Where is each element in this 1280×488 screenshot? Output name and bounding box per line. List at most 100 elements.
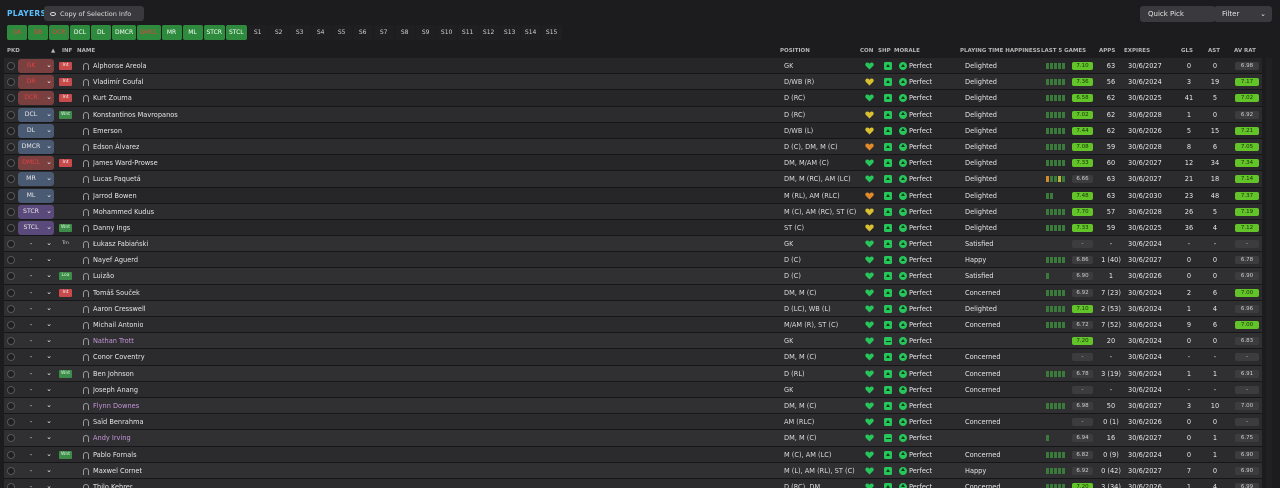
select-radio[interactable] (7, 288, 15, 297)
col-playing-time[interactable]: PLAYING TIME HAPPINESS (960, 48, 1040, 54)
position-select[interactable]: - ⌄ (18, 334, 56, 348)
position-select[interactable]: DL ⌄ (18, 123, 56, 138)
player-name[interactable]: Łukasz Fabiański (93, 236, 148, 252)
col-apps[interactable]: APPS (1099, 48, 1115, 54)
position-select[interactable]: - ⌄ (18, 237, 56, 251)
col-position[interactable]: POSITION (780, 48, 810, 54)
position-select[interactable]: DR ⌄ (18, 75, 56, 90)
select-radio[interactable] (7, 240, 15, 249)
table-row[interactable]: - ⌄ Conor Coventry DM, M (C) Perfect Concerne… (4, 349, 1262, 366)
position-tab-s8[interactable]: S8 (394, 25, 415, 40)
position-tab-dcr[interactable]: DCR (49, 25, 69, 40)
select-radio[interactable] (7, 256, 15, 265)
table-row[interactable]: - ⌄ Flynn Downes DM, M (C) Perfect 6.98 50 30/6… (4, 397, 1262, 415)
table-row[interactable]: DL ⌄ Emerson D/WB (L) Perfect Delighted 7.44 62… (4, 122, 1262, 139)
col-last5[interactable]: LAST 5 GAMES (1041, 48, 1086, 54)
position-select[interactable]: ML ⌄ (18, 188, 56, 203)
table-row[interactable]: - ⌄ Thilo Kehrer D (RC), DM Perfect Concerned… (4, 478, 1262, 488)
position-select[interactable]: - ⌄ (18, 350, 56, 364)
player-name[interactable]: Luizão (93, 268, 114, 284)
player-name[interactable]: James Ward-Prowse (93, 155, 158, 171)
position-select[interactable]: - ⌄ (18, 302, 56, 316)
table-row[interactable]: - ⌄ Aaron Cresswell D (LC), WB (L) Perfect De… (4, 300, 1262, 317)
select-radio[interactable] (7, 353, 15, 362)
player-name[interactable]: Alphonse Areola (93, 58, 147, 74)
position-select[interactable]: - ⌄ (18, 415, 56, 429)
select-radio[interactable] (7, 159, 15, 168)
col-con[interactable]: CON (860, 48, 873, 54)
table-row[interactable]: - ⌄ Wnt Pablo Fornals M (C), AM (LC) Perfect C… (4, 446, 1262, 463)
player-name[interactable]: Aaron Cresswell (93, 301, 146, 317)
position-select[interactable]: - ⌄ (18, 318, 56, 332)
table-row[interactable]: STCR ⌄ Mohammed Kudus M (C), AM (RC), ST (C… (4, 203, 1262, 220)
select-radio[interactable] (7, 482, 15, 488)
table-row[interactable]: - ⌄ Nayef Aguerd D (C) Perfect Happy 6.86 1 (40… (4, 252, 1262, 269)
player-name[interactable]: Andy Irving (93, 430, 131, 446)
position-select[interactable]: - ⌄ (18, 431, 56, 445)
position-select[interactable]: MR ⌄ (18, 172, 56, 187)
quick-pick-button[interactable]: Quick Pick (1140, 6, 1215, 22)
select-radio[interactable] (7, 207, 15, 216)
player-name[interactable]: Joseph Anang (93, 382, 138, 398)
position-tab-s4[interactable]: S4 (310, 25, 331, 40)
col-av-rat[interactable]: AV RAT (1234, 48, 1256, 54)
table-row[interactable]: - ⌄ Nathan Trott GK Perfect 7.20 20 30/6/2024 0 0… (4, 333, 1262, 350)
player-name[interactable]: Conor Coventry (93, 349, 145, 365)
position-select[interactable]: - ⌄ (18, 269, 56, 283)
position-select[interactable]: STCL ⌄ (18, 220, 56, 235)
select-radio[interactable] (7, 191, 15, 200)
table-row[interactable]: GK ⌄ Int Alphonse Areola GK Perfect Delighted 7… (4, 58, 1262, 75)
player-name[interactable]: Danny Ings (93, 220, 130, 236)
position-tab-mr[interactable]: MR (161, 25, 182, 40)
table-row[interactable]: DMCL ⌄ Int James Ward-Prowse DM, M/AM (C) Per… (4, 155, 1262, 172)
position-select[interactable]: DCR ⌄ (18, 91, 56, 106)
filter-button[interactable]: Filter ⌄ (1214, 6, 1272, 22)
table-row[interactable]: - ⌄ Wnt Ben Johnson D (RL) Perfect Concerned 6.… (4, 365, 1262, 382)
player-name[interactable]: Maxwel Cornet (93, 463, 142, 479)
player-name[interactable]: Emerson (93, 123, 122, 139)
position-select[interactable]: - ⌄ (18, 286, 56, 300)
position-tab-s12[interactable]: S12 (478, 25, 499, 40)
position-tab-s9[interactable]: S9 (415, 25, 436, 40)
player-name[interactable]: Kurt Zouma (93, 90, 132, 106)
col-shp[interactable]: SHP (878, 48, 891, 54)
position-select[interactable]: DMCL ⌄ (18, 156, 56, 171)
position-tab-s13[interactable]: S13 (499, 25, 520, 40)
table-row[interactable]: - ⌄ Joseph Anang GK Perfect Concerned - -30/6/2… (4, 381, 1262, 398)
table-row[interactable]: DCR ⌄ Int Kurt Zouma D (RC) Perfect Delighted 6… (4, 90, 1262, 107)
col-inf[interactable]: INF (62, 48, 72, 54)
table-row[interactable]: STCL ⌄ Wnt Danny Ings ST (C) Perfect Delighted… (4, 219, 1262, 237)
player-name[interactable]: Thilo Kehrer (93, 479, 133, 488)
scrollbar[interactable] (1266, 58, 1272, 488)
select-radio[interactable] (7, 385, 15, 394)
position-tab-s3[interactable]: S3 (289, 25, 310, 40)
position-tab-s11[interactable]: S11 (457, 25, 478, 40)
position-tab-s14[interactable]: S14 (520, 25, 541, 40)
select-radio[interactable] (7, 401, 15, 410)
player-name[interactable]: Lucas Paquetá (93, 171, 141, 187)
player-name[interactable]: Mohammed Kudus (93, 204, 154, 220)
col-morale[interactable]: MORALE (894, 48, 920, 54)
col-pkd[interactable]: PKD (7, 48, 20, 54)
position-select[interactable]: DMCR ⌄ (18, 139, 56, 154)
player-name[interactable]: Saïd Benrahma (93, 414, 144, 430)
select-radio[interactable] (7, 175, 15, 184)
player-name[interactable]: Pablo Fornals (93, 447, 137, 463)
player-name[interactable]: Tomáš Souček (93, 285, 140, 301)
table-row[interactable]: ML ⌄ Jarrod Bowen M (RL), AM (RLC) Perfect De… (4, 187, 1262, 204)
select-radio[interactable] (7, 78, 15, 87)
position-tab-dmcl[interactable]: DMCL (137, 25, 161, 40)
col-name[interactable]: NAME (77, 48, 95, 54)
player-name[interactable]: Jarrod Bowen (93, 188, 137, 204)
position-tab-gk[interactable]: GK (7, 25, 27, 40)
position-tab-dmcr[interactable]: DMCR (112, 25, 137, 40)
select-radio[interactable] (7, 337, 15, 346)
player-name[interactable]: Vladimír Coufal (93, 74, 143, 90)
position-tab-dr[interactable]: DR (28, 25, 48, 40)
position-select[interactable]: - ⌄ (18, 448, 56, 462)
select-radio[interactable] (7, 369, 15, 378)
select-radio[interactable] (7, 321, 15, 329)
position-select[interactable]: - ⌄ (18, 383, 56, 397)
table-row[interactable]: - ⌄ Maxwel Cornet M (L), AM (RL), ST (C) Per… (4, 462, 1262, 479)
position-tab-s6[interactable]: S6 (352, 25, 373, 40)
